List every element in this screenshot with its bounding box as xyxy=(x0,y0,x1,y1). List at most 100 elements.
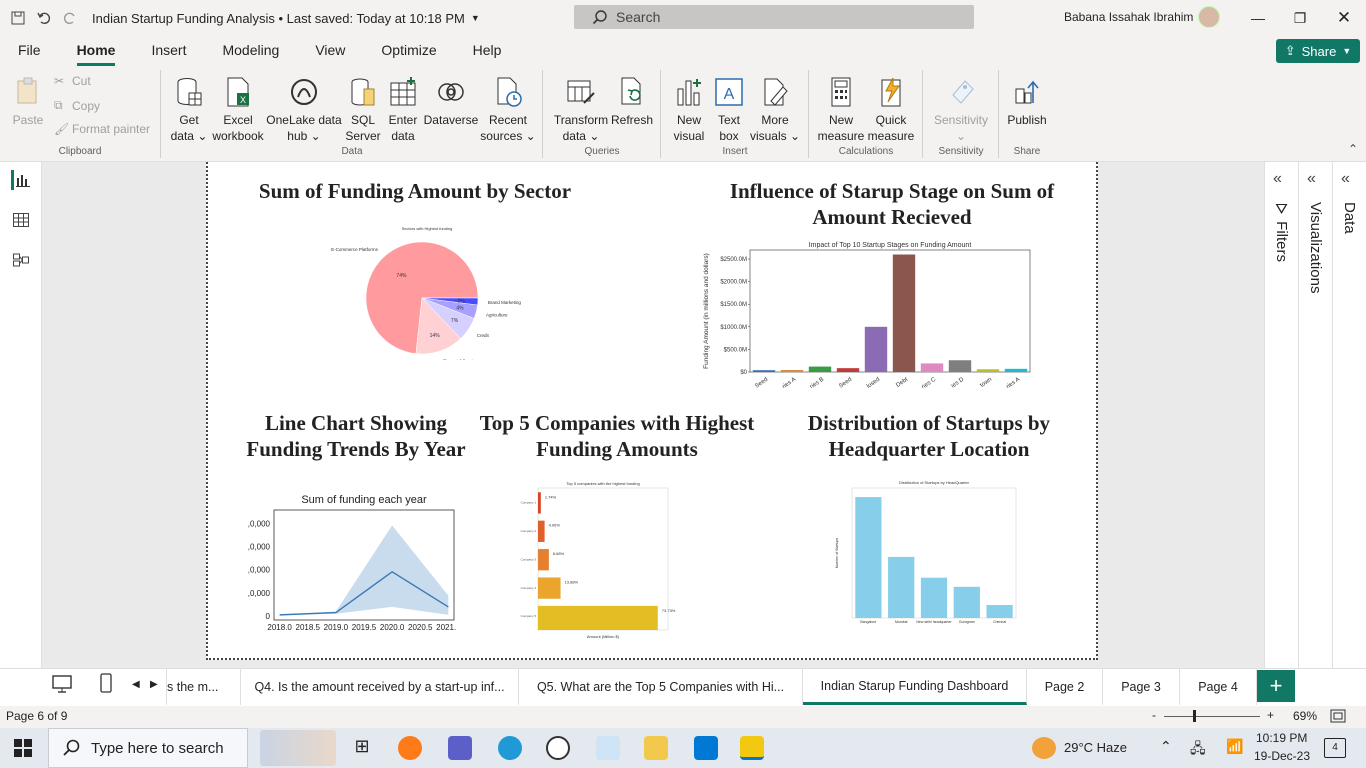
chevron-down-icon[interactable]: ▼ xyxy=(471,13,480,23)
chevron-up-icon[interactable]: ⌃ xyxy=(1160,738,1172,755)
fit-to-page-icon[interactable] xyxy=(1330,709,1346,723)
teams-icon[interactable] xyxy=(448,736,472,760)
collapse-ribbon-icon[interactable]: ⌃ xyxy=(1348,142,1358,156)
windows-start-icon[interactable] xyxy=(14,739,32,757)
zoom-in-icon[interactable]: + xyxy=(1267,708,1274,722)
get-data-button[interactable]: Get data ⌄ xyxy=(166,76,212,144)
chart-headquarters[interactable]: Distribution of Startups by HeadQuarter N… xyxy=(832,480,1018,628)
more-visuals-button[interactable]: More visuals ⌄ xyxy=(748,76,802,144)
refresh-button[interactable]: Refresh xyxy=(610,76,654,128)
menu-file[interactable]: File xyxy=(0,42,59,66)
onelake-button[interactable]: OneLake data hub ⌄ xyxy=(266,76,342,144)
new-measure-button[interactable]: New measure xyxy=(816,76,866,144)
collapse-filters-icon[interactable]: « xyxy=(1273,170,1282,188)
weather-text[interactable]: 29°C Haze xyxy=(1064,740,1127,755)
format-painter-button[interactable]: 🖌 Format painter xyxy=(54,122,150,136)
new-visual-button[interactable]: New visual xyxy=(668,76,710,144)
publish-button[interactable]: Publish xyxy=(1004,76,1050,128)
taskbar-search[interactable]: Type here to search xyxy=(48,728,248,768)
menu-optimize[interactable]: Optimize xyxy=(363,42,454,66)
transform-data-button[interactable]: Transform data ⌄ xyxy=(550,76,612,144)
menu-help[interactable]: Help xyxy=(455,42,520,66)
cut-button[interactable]: ✂ Cut xyxy=(54,74,91,88)
data-pane[interactable]: « Data xyxy=(1332,162,1366,668)
save-icon[interactable] xyxy=(10,10,26,26)
chevron-down-icon: ▼ xyxy=(1342,46,1352,56)
menu-home[interactable]: Home xyxy=(59,42,134,66)
restore-icon[interactable]: ❐ xyxy=(1290,8,1310,28)
dataverse-button[interactable]: Dataverse xyxy=(422,76,480,128)
chart-funding-line[interactable]: Sum of funding each year 0 ,0,000 ,0,000 ,0,… xyxy=(230,490,456,638)
zoom-level[interactable]: 69% xyxy=(1293,709,1317,723)
menu-insert[interactable]: Insert xyxy=(133,42,204,66)
weather-icon[interactable] xyxy=(1032,737,1056,759)
user-name[interactable]: Babana Issahak Ibrahim xyxy=(1064,10,1193,24)
transform-icon xyxy=(565,76,597,108)
powerbi-icon[interactable] xyxy=(740,736,764,760)
filters-pane[interactable]: « ⛛ Filters xyxy=(1264,162,1298,668)
tab-q5[interactable]: Q5. What are the Top 5 Companies with Hi… xyxy=(519,669,803,705)
avatar[interactable] xyxy=(1198,6,1220,28)
redo-icon[interactable] xyxy=(62,10,78,26)
excel-workbook-button[interactable]: X Excel workbook xyxy=(212,76,264,144)
tab-page[interactable]: s the m... xyxy=(166,669,241,705)
wifi-icon[interactable]: 📶 xyxy=(1226,738,1243,755)
visual-title-trend: Line Chart Showing Funding Trends By Yea… xyxy=(246,411,466,461)
tab-page-4[interactable]: Page 4 xyxy=(1180,669,1257,705)
collapse-visualizations-icon[interactable]: « xyxy=(1307,170,1316,188)
chatgpt-icon[interactable] xyxy=(546,736,570,760)
chart-sector-pie[interactable]: Sectors with Highest funding 74% E-Commerc… xyxy=(302,220,552,360)
visual-title-headquarters: Distribution of Startups by Headquarter … xyxy=(807,411,1051,461)
mobile-layout-icon[interactable] xyxy=(100,673,112,693)
pie-percent-label: 4% xyxy=(456,306,464,312)
vscode-icon[interactable] xyxy=(694,736,718,760)
scroll-right-icon[interactable]: ▶ xyxy=(150,679,158,690)
recent-sources-button[interactable]: Recent sources ⌄ xyxy=(480,76,536,144)
minimize-icon[interactable]: — xyxy=(1248,8,1268,28)
scroll-left-icon[interactable]: ◀ xyxy=(132,679,140,690)
notifications-icon[interactable]: 4 xyxy=(1324,738,1346,758)
menu-modeling[interactable]: Modeling xyxy=(204,42,297,66)
table-view-icon[interactable] xyxy=(11,210,31,230)
collapse-data-icon[interactable]: « xyxy=(1341,170,1350,188)
zoom-out-icon[interactable]: - xyxy=(1152,708,1156,722)
tab-q4[interactable]: Q4. Is the amount received by a start-up… xyxy=(241,669,519,705)
snowflake-app-icon[interactable] xyxy=(596,736,620,760)
undo-icon[interactable] xyxy=(36,10,52,26)
document-title[interactable]: Indian Startup Funding Analysis • Last s… xyxy=(92,11,465,26)
text-box-button[interactable]: A Text box xyxy=(710,76,748,144)
tab-page-3[interactable]: Page 3 xyxy=(1103,669,1180,705)
task-view-icon[interactable]: ⊞ xyxy=(350,736,374,760)
tab-dashboard[interactable]: Indian Starup Funding Dashboard xyxy=(803,669,1027,705)
clock-date[interactable]: 19-Dec-23 xyxy=(1254,749,1310,763)
network-icon[interactable]: 🖧 xyxy=(1190,738,1206,762)
zoom-slider-thumb[interactable] xyxy=(1193,710,1196,722)
sql-server-button[interactable]: SQL Server xyxy=(342,76,384,144)
close-icon[interactable]: ✕ xyxy=(1334,8,1354,28)
chart-top-companies[interactable]: Top 5 companies with the highest funding… xyxy=(512,480,702,642)
zoom-slider[interactable] xyxy=(1164,716,1260,717)
edge-icon[interactable] xyxy=(498,736,522,760)
share-button[interactable]: ⇪ Share ▼ xyxy=(1276,39,1360,63)
visualizations-pane[interactable]: « Visualizations xyxy=(1298,162,1332,668)
add-page-button[interactable]: + xyxy=(1257,670,1295,702)
x-tick-label: ries B xyxy=(809,377,825,388)
report-view-icon[interactable] xyxy=(11,170,31,190)
file-explorer-icon[interactable] xyxy=(644,736,668,760)
search-input[interactable]: Search xyxy=(574,5,974,29)
copy-button[interactable]: ⧉ Copy xyxy=(54,98,100,113)
chart-title: Sectors with Highest funding xyxy=(402,226,453,231)
pie-category-label: Financial Services xyxy=(443,359,480,360)
chart-stage-bars[interactable]: Impact of Top 10 Startup Stages on Fundi… xyxy=(700,240,1040,388)
desktop-layout-icon[interactable] xyxy=(52,675,72,693)
sensitivity-button[interactable]: Sensitivity ⌄ xyxy=(930,76,992,144)
clock-time[interactable]: 10:19 PM xyxy=(1256,731,1307,745)
firefox-icon[interactable] xyxy=(398,736,422,760)
paste-button[interactable]: Paste xyxy=(10,76,46,128)
quick-measure-button[interactable]: Quick measure xyxy=(866,76,916,144)
model-view-icon[interactable] xyxy=(11,250,31,270)
menu-view[interactable]: View xyxy=(297,42,363,66)
view-switcher xyxy=(0,162,42,668)
tab-page-2[interactable]: Page 2 xyxy=(1027,669,1103,705)
enter-data-button[interactable]: Enter data xyxy=(384,76,422,144)
